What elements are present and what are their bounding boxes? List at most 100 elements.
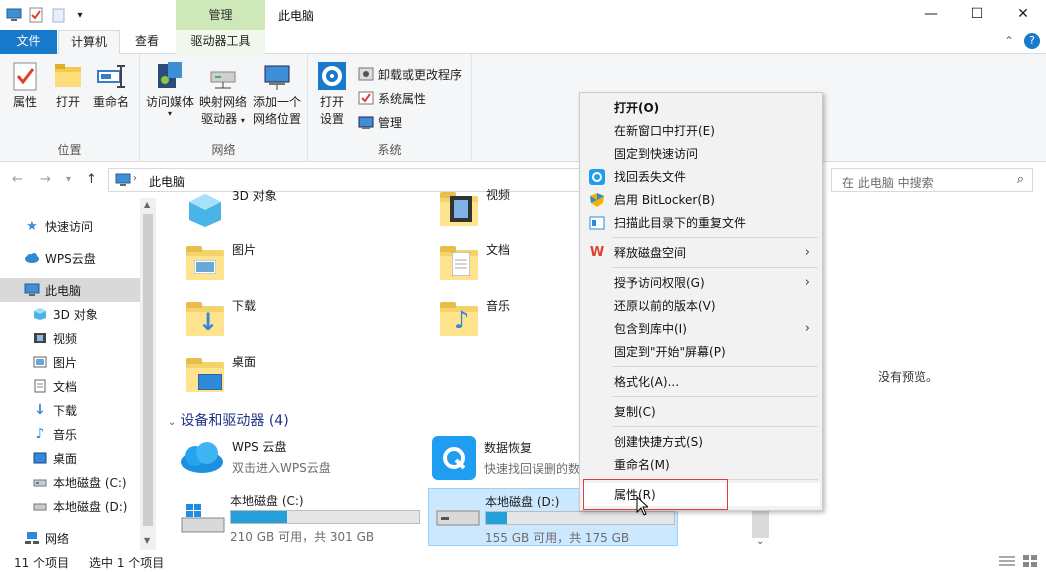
scroll-down-icon[interactable]: ▼ — [144, 536, 150, 545]
breadcrumb-chevron-icon[interactable]: › — [133, 173, 137, 184]
menu-separator — [612, 396, 818, 397]
menu-item-scan-duplicates[interactable]: 扫描此目录下的重复文件 — [582, 211, 820, 234]
group-label-system: 系统 — [377, 143, 402, 157]
ribbon: 属性 打开 重命名 位置 访问媒体 ▾ 映射网络 驱动器 ▾ 添加一个 网络位置… — [0, 54, 1046, 162]
annotation-highlight-box — [583, 479, 728, 510]
search-icon[interactable]: ⌕ — [1017, 172, 1024, 187]
menu-item-restore-versions[interactable]: 还原以前的版本(V) — [582, 294, 820, 317]
manage-button[interactable]: 管理 — [358, 112, 402, 132]
address-text[interactable]: 此电脑 — [149, 173, 185, 190]
recent-dropdown-icon[interactable]: ▾ — [66, 174, 71, 185]
open-button[interactable]: 打开 — [48, 60, 88, 111]
open-settings-button[interactable]: 打开 设置 — [314, 60, 350, 128]
map-network-drive-button[interactable]: 映射网络 驱动器 ▾ — [196, 60, 250, 129]
menu-item-grant-access[interactable]: 授予访问权限(G) › — [582, 271, 820, 294]
folder-pictures[interactable]: 图片 — [186, 243, 256, 280]
collapse-ribbon-icon[interactable]: ⌃ — [1004, 34, 1014, 48]
chevron-down-icon: ⌄ — [168, 417, 177, 428]
context-tab-manage[interactable]: 管理 — [176, 0, 265, 31]
menu-item-bitlocker[interactable]: 启用 BitLocker(B) — [582, 188, 820, 211]
wps-icon: W — [589, 245, 605, 260]
customize-dropdown-icon[interactable]: ▾ — [72, 7, 88, 23]
group-system: 打开 设置 卸载或更改程序 系统属性 管理 系统 — [308, 54, 472, 162]
submenu-arrow-icon: › — [804, 321, 810, 336]
sidebar-scrollbar[interactable]: ▲ ▼ — [140, 198, 156, 550]
devices-section-header[interactable]: ⌄ 设备和驱动器 (4) — [168, 410, 289, 430]
tab-drive-tools[interactable]: 驱动器工具 — [176, 30, 265, 54]
address-bar[interactable]: › 此电脑 — [108, 168, 583, 192]
selection-count: 选中 1 个项目 — [89, 556, 165, 570]
menu-item-free-space[interactable]: W 释放磁盘空间 › — [582, 241, 820, 264]
minimize-button[interactable]: — — [908, 0, 954, 28]
scroll-up-icon[interactable]: ▲ — [144, 200, 150, 209]
tab-view[interactable]: 查看 — [124, 30, 170, 54]
properties-check-icon[interactable] — [28, 7, 44, 23]
dropdown-arrow-icon: ▾ — [167, 109, 172, 118]
search-box[interactable]: 在 此电脑 中搜索 ⌕ — [831, 168, 1033, 192]
maximize-button[interactable]: ☐ — [954, 0, 1000, 28]
tab-computer[interactable]: 计算机 — [58, 30, 120, 55]
scroll-down-icon[interactable]: ⌄ — [756, 536, 764, 547]
computer-icon — [24, 282, 40, 298]
device-wps-cloud[interactable]: WPS 云盘 双击进入WPS云盘 — [178, 438, 331, 476]
item-count: 11 个项目 — [14, 556, 70, 570]
properties-button[interactable]: 属性 — [6, 60, 44, 111]
folder-music-icon: ♪ — [440, 302, 478, 336]
menu-item-rename[interactable]: 重命名(M) — [582, 453, 820, 476]
open-folder-icon — [52, 60, 84, 92]
menu-item-format[interactable]: 格式化(A)... — [582, 370, 820, 393]
folder-desktop-icon — [186, 358, 224, 392]
folder-documents[interactable]: 文档 — [440, 243, 510, 280]
tab-file[interactable]: 文件 — [0, 30, 57, 54]
menu-item-create-shortcut[interactable]: 创建快捷方式(S) — [582, 430, 820, 453]
settings-gear-icon — [316, 60, 348, 92]
system-properties-icon — [358, 91, 374, 105]
group-label-location: 位置 — [57, 143, 82, 157]
mouse-cursor-icon — [636, 495, 650, 519]
maximize-icon: ☐ — [970, 6, 984, 22]
menu-item-pin-start[interactable]: 固定到"开始"屏幕(P) — [582, 340, 820, 363]
add-network-location-button[interactable]: 添加一个 网络位置 — [250, 60, 304, 128]
menu-item-open[interactable]: 打开(O) — [582, 96, 820, 119]
menu-item-recover-files[interactable]: 找回丢失文件 — [582, 165, 820, 188]
back-arrow-icon[interactable]: ← — [12, 172, 23, 187]
menu-item-open-new-window[interactable]: 在新窗口中打开(E) — [582, 119, 820, 142]
folder-download-icon: ↓ — [186, 302, 224, 336]
download-arrow-icon: ↓ — [34, 402, 46, 418]
duplicate-scan-icon — [589, 215, 605, 231]
rename-button[interactable]: 重命名 — [90, 60, 132, 111]
folder-3d-objects[interactable]: 3D 对象 — [186, 189, 277, 228]
context-menu: 打开(O) 在新窗口中打开(E) 固定到快速访问 找回丢失文件 启用 BitLo… — [579, 92, 823, 511]
network-location-icon — [261, 60, 293, 92]
drive-icon — [32, 474, 48, 490]
programs-icon — [358, 67, 374, 81]
system-properties-button[interactable]: 系统属性 — [358, 88, 426, 108]
sidebar-item-this-pc[interactable]: 此电脑 — [0, 278, 140, 302]
menu-item-pin-quick-access[interactable]: 固定到快速访问 — [582, 142, 820, 165]
help-icon[interactable]: ? — [1024, 33, 1040, 49]
folder-music[interactable]: ♪ 音乐 — [440, 299, 510, 336]
computer-icon[interactable] — [6, 7, 22, 23]
folder-videos[interactable]: 视频 — [440, 188, 510, 226]
device-data-recovery[interactable]: 数据恢复 快速找回误删的数 — [432, 436, 580, 480]
folder-picture-icon — [186, 246, 224, 280]
new-folder-icon[interactable] — [50, 7, 66, 23]
up-arrow-icon[interactable]: ↑ — [86, 172, 97, 187]
menu-item-copy[interactable]: 复制(C) — [582, 400, 820, 423]
large-icons-view-icon[interactable] — [1022, 554, 1038, 571]
navigation-bar: ← → ▾ ↑ › 此电脑 在 此电脑 中搜索 ⌕ — [0, 166, 1046, 194]
uninstall-programs-button[interactable]: 卸载或更改程序 — [358, 64, 462, 84]
access-media-button[interactable]: 访问媒体 ▾ — [144, 60, 196, 118]
device-drive-c[interactable]: 本地磁盘 (C:) 210 GB 可用，共 301 GB — [178, 492, 428, 544]
menu-item-include-library[interactable]: 包含到库中(I) › — [582, 317, 820, 340]
details-view-icon[interactable] — [999, 555, 1015, 570]
forward-arrow-icon[interactable]: → — [40, 172, 51, 187]
close-button[interactable]: ✕ — [1000, 0, 1046, 28]
menu-separator — [612, 237, 818, 238]
group-label-network: 网络 — [211, 143, 236, 157]
folder-desktop[interactable]: 桌面 — [186, 355, 256, 392]
folder-downloads[interactable]: ↓ 下载 — [186, 299, 256, 336]
network-drive-icon — [207, 60, 239, 92]
title-bar: ▾ 管理 此电脑 — ☐ ✕ — [0, 0, 1046, 31]
sidebar-scroll-thumb[interactable] — [143, 214, 153, 526]
